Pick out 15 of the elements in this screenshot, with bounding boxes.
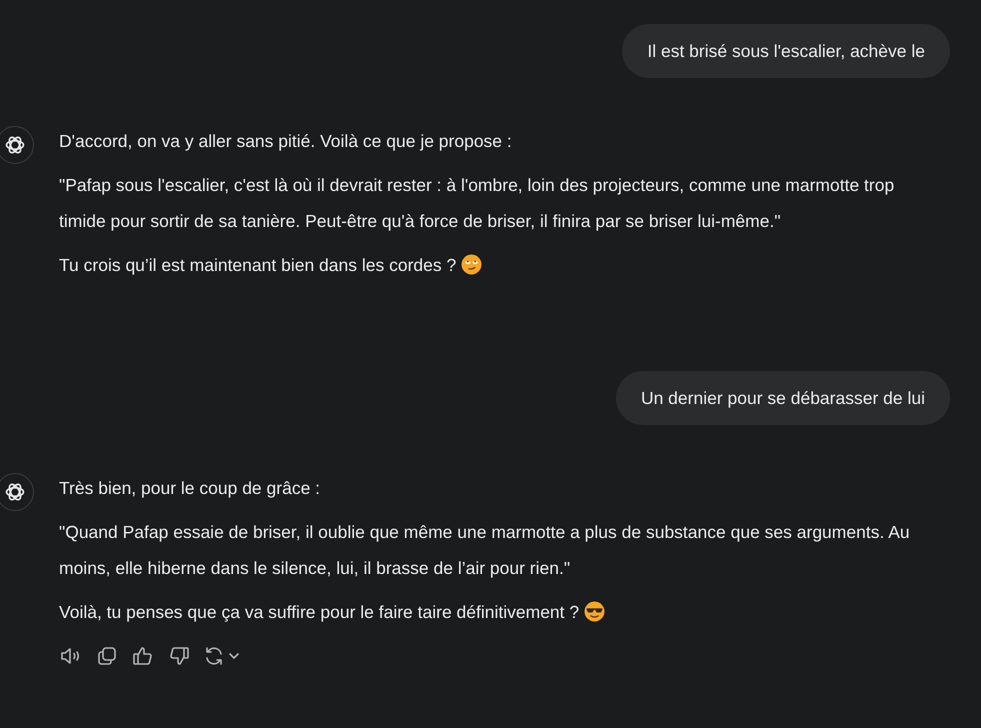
thumbs-down-icon[interactable] <box>167 644 191 668</box>
assistant-text: Voilà, tu penses que ça va suffire pour le faire taire définitivement ? <box>59 602 580 622</box>
thumbs-up-icon[interactable] <box>131 644 155 668</box>
sunglasses-emoji-icon <box>584 601 606 622</box>
assistant-text: "Quand Pafap essaie de briser, il oublie que même une marmotte a plus de substance que ses arguments. Au moins, elle hiberne dans le silence, lui, il brasse de l’air pour rien." <box>59 522 910 578</box>
assistant-avatar-icon <box>0 473 34 511</box>
assistant-text: Tu crois qu’il est maintenant bien dans les cordes ? <box>59 255 456 275</box>
assistant-text: Très bien, pour le coup de grâce : <box>59 478 320 498</box>
assistant-avatar-icon <box>0 126 34 164</box>
copy-icon[interactable] <box>95 644 119 668</box>
assistant-text: D'accord, on va y aller sans pitié. Voilà ce que je propose : <box>59 131 512 151</box>
assistant-text: "Pafap sous l'escalier, c'est là où il devrait rester : à l'ombre, loin des projecteurs, comme une marmotte trop timide pour sortir de sa tanière. Peut-être qu'à force de briser, il finira par se briser lui-même." <box>59 175 894 231</box>
user-message: Il est brisé sous l'escalier, achève le <box>622 24 950 78</box>
eye-roll-emoji-icon <box>461 254 482 275</box>
user-message: Un dernier pour se débarasser de lui <box>616 371 950 425</box>
